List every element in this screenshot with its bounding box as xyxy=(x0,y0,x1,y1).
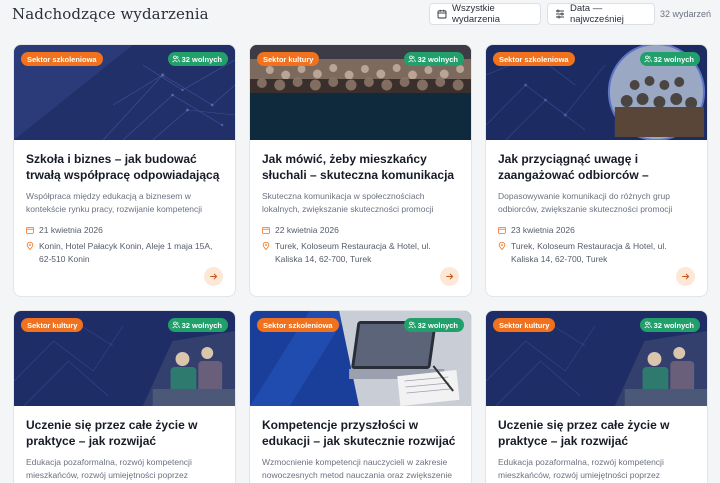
users-icon xyxy=(171,321,180,329)
users-icon xyxy=(171,55,180,63)
event-image: Sektor szkoleniowa 32 wolnych xyxy=(250,311,471,406)
arrow-right-icon xyxy=(682,273,690,280)
seats-label: 32 wolnych xyxy=(417,54,458,64)
event-image: Sektor kultury 32 wolnych xyxy=(486,311,707,406)
seats-label: 32 wolnych xyxy=(653,320,694,330)
open-event-button[interactable] xyxy=(676,267,695,286)
event-location-text: Turek, Koloseum Restauracja & Hotel, ul.… xyxy=(275,241,431,264)
event-card[interactable]: Sektor kultury 32 wolnych Uczenie się pr… xyxy=(13,310,236,483)
event-image: Sektor kultury 32 wolnych xyxy=(250,45,471,140)
users-icon xyxy=(407,321,416,329)
event-title[interactable]: Uczenie się przez całe życie w praktyce … xyxy=(498,417,695,449)
event-location: Turek, Koloseum Restauracja & Hotel, ul.… xyxy=(498,240,695,266)
event-description: Skuteczna komunikacja w społecznościach … xyxy=(262,191,434,214)
all-events-filter-label: Wszystkie wydarzenia xyxy=(452,3,501,25)
users-icon xyxy=(643,321,652,329)
event-card[interactable]: Sektor szkoleniowa 32 wolnych Szkoła i b… xyxy=(13,44,236,297)
event-card[interactable]: Sektor szkoleniowa 32 wolnych Kompetencj… xyxy=(249,310,472,483)
event-description: Edukacja pozaformalna, rozwój kompetencj… xyxy=(26,457,192,480)
sector-badge: Sektor kultury xyxy=(257,52,320,66)
seats-badge: 32 wolnych xyxy=(167,52,228,66)
seats-badge: 32 wolnych xyxy=(403,318,464,332)
event-date: 23 kwietnia 2026 xyxy=(498,224,695,237)
seats-badge: 32 wolnych xyxy=(639,52,700,66)
event-title[interactable]: Jak przyciągnąć uwagę i zaangażować odbi… xyxy=(498,151,695,183)
sector-badge: Sektor szkoleniowa xyxy=(257,318,339,332)
event-title[interactable]: Kompetencje przyszłości w edukacji – jak… xyxy=(262,417,459,449)
event-description: Współpraca między edukacją a biznesem w … xyxy=(26,191,203,214)
sort-icon xyxy=(556,9,564,19)
sort-date-button[interactable]: Data — najwcześniej xyxy=(547,3,655,25)
users-icon xyxy=(407,55,416,63)
event-description: Wzmocnienie kompetencji nauczycieli w za… xyxy=(262,457,452,480)
event-location-text: Konin, Hotel Pałacyk Konin, Aleje 1 maja… xyxy=(39,241,213,264)
event-image: Sektor szkoleniowa 32 wolnych xyxy=(486,45,707,140)
sector-badge: Sektor szkoleniowa xyxy=(493,52,575,66)
event-description: Edukacja pozaformalna, rozwój kompetencj… xyxy=(498,457,664,480)
sector-badge: Sektor szkoleniowa xyxy=(21,52,103,66)
event-card[interactable]: Sektor szkoleniowa 32 wolnych Jak przyci… xyxy=(485,44,708,297)
event-title[interactable]: Uczenie się przez całe życie w praktyce … xyxy=(26,417,223,449)
sort-date-label: Data — najwcześniej xyxy=(570,3,624,25)
event-location: Turek, Koloseum Restauracja & Hotel, ul.… xyxy=(262,240,459,266)
seats-label: 32 wolnych xyxy=(181,54,222,64)
seats-label: 32 wolnych xyxy=(181,320,222,330)
calendar-icon xyxy=(26,226,34,234)
location-pin-icon xyxy=(262,242,270,250)
calendar-icon xyxy=(262,226,270,234)
event-location-text: Turek, Koloseum Restauracja & Hotel, ul.… xyxy=(511,241,667,264)
arrow-right-icon xyxy=(210,273,218,280)
seats-badge: 32 wolnych xyxy=(639,318,700,332)
calendar-icon xyxy=(498,226,506,234)
sector-badge: Sektor kultury xyxy=(21,318,84,332)
seats-badge: 32 wolnych xyxy=(403,52,464,66)
sector-badge: Sektor kultury xyxy=(493,318,556,332)
arrow-right-icon xyxy=(446,273,454,280)
users-icon xyxy=(643,55,652,63)
seats-badge: 32 wolnych xyxy=(167,318,228,332)
page-title: Nadchodzące wydarzenia xyxy=(12,5,209,23)
event-card[interactable]: Sektor kultury 32 wolnych Jak mówić, żeb… xyxy=(249,44,472,297)
event-date-text: 22 kwietnia 2026 xyxy=(275,225,339,235)
event-title[interactable]: Szkoła i biznes – jak budować trwałą wsp… xyxy=(26,151,223,183)
open-event-button[interactable] xyxy=(440,267,459,286)
all-events-filter-button[interactable]: Wszystkie wydarzenia xyxy=(429,3,541,25)
event-date: 22 kwietnia 2026 xyxy=(262,224,459,237)
open-event-button[interactable] xyxy=(204,267,223,286)
location-pin-icon xyxy=(26,242,34,250)
event-count: 32 wydarzeń xyxy=(660,9,712,19)
event-description: Dopasowywanie komunikacji do różnych gru… xyxy=(498,191,673,214)
event-date-text: 23 kwietnia 2026 xyxy=(511,225,575,235)
event-card[interactable]: Sektor kultury 32 wolnych Uczenie się pr… xyxy=(485,310,708,483)
event-location: Konin, Hotel Pałacyk Konin, Aleje 1 maja… xyxy=(26,240,223,266)
event-image: Sektor kultury 32 wolnych xyxy=(14,311,235,406)
event-title[interactable]: Jak mówić, żeby mieszkańcy słuchali – sk… xyxy=(262,151,459,183)
seats-label: 32 wolnych xyxy=(653,54,694,64)
event-image: Sektor szkoleniowa 32 wolnych xyxy=(14,45,235,140)
event-date-text: 21 kwietnia 2026 xyxy=(39,225,103,235)
event-date: 21 kwietnia 2026 xyxy=(26,224,223,237)
seats-label: 32 wolnych xyxy=(417,320,458,330)
location-pin-icon xyxy=(498,242,506,250)
calendar-icon xyxy=(437,9,447,19)
toolbar: Nadchodzące wydarzenia Wszystkie wydarze… xyxy=(0,0,720,32)
